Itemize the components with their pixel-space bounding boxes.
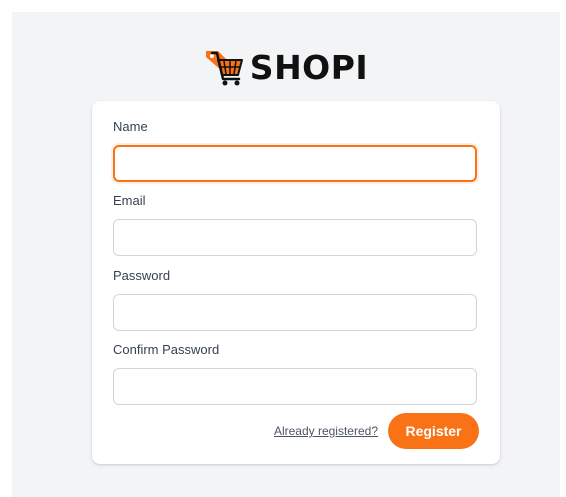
register-button[interactable]: Register: [388, 413, 479, 449]
form-actions: Already registered? Register: [274, 413, 479, 449]
logo[interactable]: SHOPI: [12, 46, 560, 88]
name-input[interactable]: [113, 145, 477, 182]
confirm-password-input[interactable]: [113, 368, 477, 405]
confirm-password-field-group: Confirm Password: [113, 341, 477, 405]
name-field-group: Name: [113, 118, 477, 182]
already-registered-link[interactable]: Already registered?: [274, 424, 378, 438]
password-field-group: Password: [113, 267, 477, 331]
register-card: Name Email Password Confirm Password Alr…: [92, 101, 500, 464]
name-label: Name: [113, 119, 148, 134]
page-background: SHOPI Name Email Password Confirm Passwo…: [12, 12, 560, 497]
confirm-password-label: Confirm Password: [113, 342, 220, 357]
password-input[interactable]: [113, 294, 477, 331]
brand-name: SHOPI: [249, 47, 369, 87]
password-label: Password: [113, 268, 171, 283]
email-input[interactable]: [113, 219, 477, 256]
email-field-group: Email: [113, 192, 477, 256]
shopping-cart-tag-icon: [205, 51, 243, 86]
email-label: Email: [113, 193, 146, 208]
